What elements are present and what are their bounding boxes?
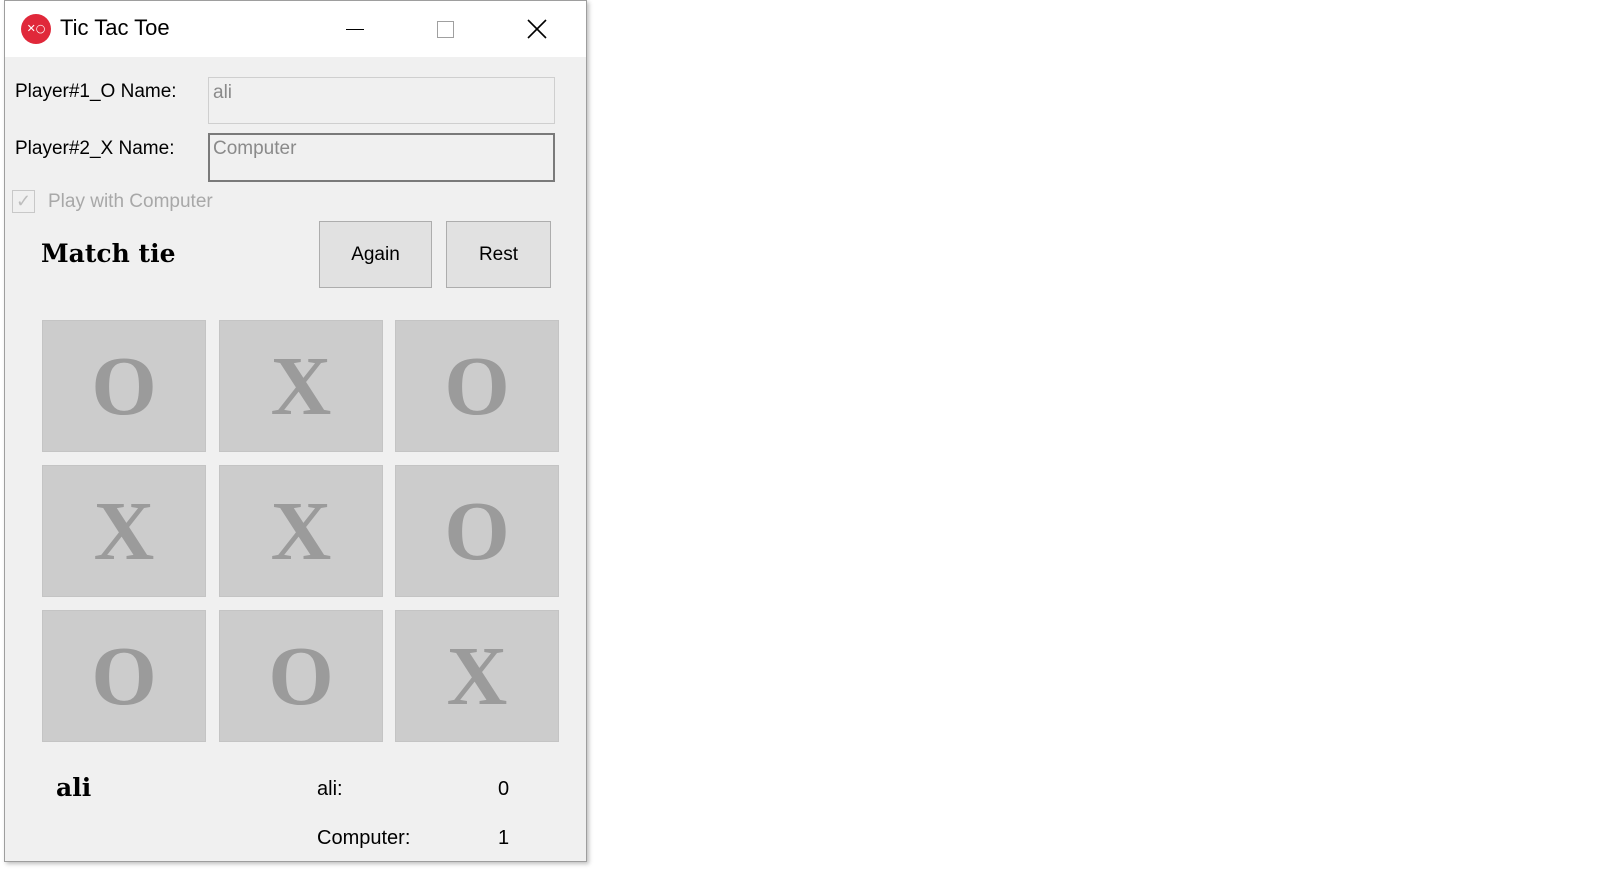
current-player-name: ali xyxy=(56,773,92,802)
player1-score-label: ali: xyxy=(317,778,343,800)
board-cell-4[interactable]: X xyxy=(42,465,206,597)
maximize-icon xyxy=(436,20,454,38)
close-button[interactable] xyxy=(502,1,572,57)
board-cell-3[interactable]: O xyxy=(395,320,559,452)
match-status: Match tie xyxy=(41,239,176,268)
tic-tac-toe-icon: ✕○ xyxy=(21,14,51,44)
minimize-icon xyxy=(346,28,364,30)
board-cell-8[interactable]: O xyxy=(219,610,383,742)
again-button[interactable]: Again xyxy=(319,221,432,288)
board-cell-6[interactable]: O xyxy=(395,465,559,597)
tic-tac-toe-window: ✕○ Tic Tac Toe Player#1_O Name: ali Play… xyxy=(4,0,587,862)
player1-score-value: 0 xyxy=(498,778,510,800)
play-with-computer-label: Play with Computer xyxy=(48,191,213,212)
board-cell-7[interactable]: O xyxy=(42,610,206,742)
board-cell-1[interactable]: O xyxy=(42,320,206,452)
minimize-button[interactable] xyxy=(320,1,390,57)
close-icon xyxy=(527,19,547,39)
maximize-button[interactable] xyxy=(410,1,480,57)
player1-name-field[interactable]: ali xyxy=(208,77,555,124)
player2-name-field[interactable]: Computer xyxy=(208,133,555,182)
board-cell-5[interactable]: X xyxy=(219,465,383,597)
title-bar[interactable]: ✕○ Tic Tac Toe xyxy=(5,1,586,57)
player2-score-value: 1 xyxy=(498,827,510,849)
player1-name-label: Player#1_O Name: xyxy=(15,81,177,102)
window-title: Tic Tac Toe xyxy=(60,15,170,40)
play-with-computer-checkbox[interactable]: ✓ xyxy=(12,190,35,213)
board-cell-9[interactable]: X xyxy=(395,610,559,742)
reset-button[interactable]: Rest xyxy=(446,221,551,288)
board-cell-2[interactable]: X xyxy=(219,320,383,452)
player2-score-label: Computer: xyxy=(317,827,411,849)
player2-name-label: Player#2_X Name: xyxy=(15,138,175,159)
